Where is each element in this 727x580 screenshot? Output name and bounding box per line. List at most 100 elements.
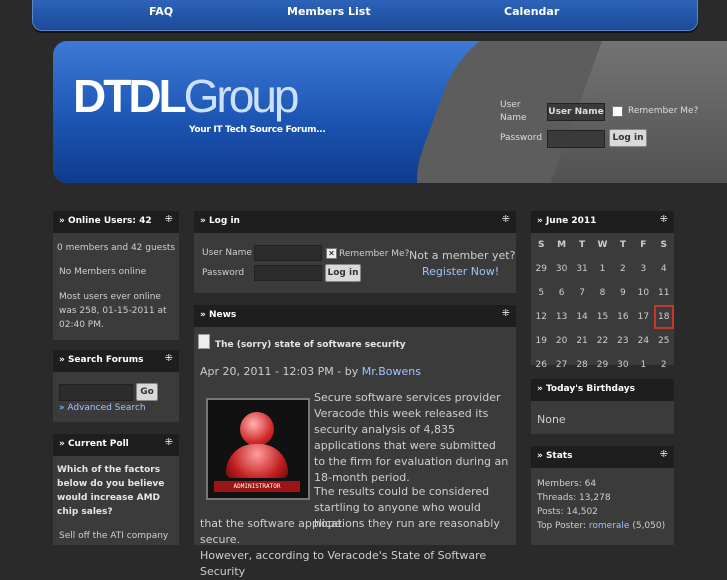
- calendar-day[interactable]: 17: [633, 305, 653, 329]
- collapse-icon[interactable]: ⁜: [660, 214, 668, 225]
- admin-badge: ADMINISTRATOR: [214, 481, 300, 492]
- calendar-day-header: F: [640, 240, 647, 250]
- news-headline[interactable]: The (sorry) state of software security: [215, 340, 406, 350]
- nav-calendar[interactable]: Calendar: [504, 5, 559, 18]
- calendar-day[interactable]: 1: [633, 353, 653, 377]
- calendar-day[interactable]: 15: [592, 305, 612, 329]
- calendar-day[interactable]: 26: [531, 353, 551, 377]
- stats-panel: » Stats ⁜ Members: 64 Threads: 13,278 Pos…: [531, 446, 674, 545]
- calendar-day[interactable]: 21: [572, 329, 592, 353]
- news-panel: » News ⁜ The (sorry) state of software se…: [194, 305, 516, 578]
- calendar-day-header: S: [537, 240, 545, 250]
- collapse-icon[interactable]: ⁜: [165, 214, 173, 225]
- birthdays-none: None: [537, 413, 566, 426]
- calendar-panel: » June 2011 ⁜ SMTWTFS 29 30 31 1 2 3 4 5 6 7 8 9 10 11…: [531, 211, 674, 370]
- header-remember-label: Remember Me?: [628, 106, 699, 116]
- calendar-day[interactable]: 29: [592, 353, 612, 377]
- calendar-day[interactable]: 12: [531, 305, 551, 329]
- calendar-day[interactable]: 6: [551, 281, 571, 305]
- news-paragraph-2-cont: that the software applications they run …: [200, 517, 500, 578]
- collapse-icon[interactable]: ⁜: [502, 308, 510, 319]
- calendar-day[interactable]: 24: [633, 329, 653, 353]
- top-poster-link[interactable]: romerale: [589, 521, 630, 531]
- calendar-day[interactable]: 8: [592, 281, 612, 305]
- calendar-day[interactable]: 16: [613, 305, 633, 329]
- calendar-day[interactable]: 1: [592, 257, 612, 281]
- header-banner: DTDLGroup Your IT Tech Source Forum... U…: [53, 41, 727, 183]
- collapse-icon[interactable]: ⁜: [660, 449, 668, 460]
- poll-panel: » Current Poll ⁜ Which of the factors bel…: [53, 434, 179, 545]
- calendar-day[interactable]: 30: [613, 353, 633, 377]
- online-counts: 0 members and 42 guests: [57, 243, 176, 253]
- login-password-input[interactable]: [254, 265, 322, 281]
- calendar-day[interactable]: 3: [633, 257, 653, 281]
- calendar-day[interactable]: 2: [613, 257, 633, 281]
- news-author-link[interactable]: Mr.Bowens: [362, 365, 421, 378]
- site-tagline: Your IT Tech Source Forum...: [189, 125, 326, 135]
- login-username-input[interactable]: [254, 245, 322, 261]
- online-users-header: » Online Users: 42 ⁜: [53, 211, 179, 233]
- search-go-button[interactable]: Go: [136, 383, 158, 401]
- site-logo[interactable]: DTDLGroup: [73, 69, 299, 123]
- calendar-day[interactable]: 25: [654, 329, 674, 353]
- calendar-day[interactable]: 19: [531, 329, 551, 353]
- calendar-day[interactable]: 13: [551, 305, 571, 329]
- calendar-day[interactable]: 11: [654, 281, 674, 305]
- collapse-icon[interactable]: ⁜: [165, 353, 173, 364]
- calendar-day[interactable]: 7: [572, 281, 592, 305]
- calendar-day[interactable]: 14: [572, 305, 592, 329]
- poll-question: Which of the factors below do you believ…: [57, 465, 165, 517]
- document-icon: [198, 334, 210, 349]
- calendar-day[interactable]: 30: [551, 257, 571, 281]
- search-input[interactable]: [59, 384, 133, 401]
- login-username-label: User Name: [202, 248, 252, 258]
- login-remember-label: Remember Me?: [339, 249, 410, 259]
- calendar-day-header: W: [597, 240, 608, 250]
- calendar-day[interactable]: 5: [531, 281, 551, 305]
- header-login-button[interactable]: Log in: [609, 129, 647, 147]
- advanced-search-link[interactable]: » Advanced Search: [59, 401, 146, 415]
- header-password-input[interactable]: [547, 130, 605, 148]
- calendar-day[interactable]: 20: [551, 329, 571, 353]
- calendar-day-today[interactable]: 18: [653, 305, 674, 329]
- header-remember-checkbox[interactable]: [612, 106, 623, 117]
- avatar: ADMINISTRATOR: [206, 398, 310, 500]
- stats-list: Members: 64 Threads: 13,278 Posts: 14,50…: [537, 479, 666, 531]
- calendar-day[interactable]: 2: [654, 353, 674, 377]
- news-meta: Apr 20, 2011 - 12:03 PM - by Mr.Bowens: [200, 365, 421, 378]
- not-member-text: Not a member yet?: [409, 249, 516, 262]
- nav-faq[interactable]: FAQ: [149, 5, 173, 18]
- news-paragraph-1: Secure software services provider Veraco…: [314, 391, 509, 484]
- header-password-label: Password: [500, 133, 543, 143]
- calendar-day[interactable]: 22: [592, 329, 612, 353]
- calendar-day-header: M: [557, 240, 567, 250]
- calendar-day[interactable]: 27: [551, 353, 571, 377]
- calendar-day[interactable]: 4: [654, 257, 674, 281]
- calendar-day[interactable]: 28: [572, 353, 592, 377]
- nav-members-list[interactable]: Members List: [287, 5, 371, 18]
- register-link[interactable]: Register Now!: [422, 265, 499, 278]
- calendar-day-header: S: [660, 240, 667, 250]
- calendar-day-header: T: [619, 240, 626, 250]
- login-button[interactable]: Log in: [325, 264, 361, 282]
- header-username-input[interactable]: User Name: [547, 103, 605, 121]
- calendar-day[interactable]: 29: [531, 257, 551, 281]
- poll-option[interactable]: Sell off the ATI company: [59, 529, 168, 543]
- calendar-day[interactable]: 31: [572, 257, 592, 281]
- header-username-label: User Name: [500, 100, 527, 123]
- collapse-icon[interactable]: ⁜: [502, 214, 510, 225]
- top-nav: FAQ Members List Calendar: [32, 0, 698, 31]
- online-members: No Members online: [59, 267, 147, 277]
- online-record: Most users ever online was 258, 01-15-20…: [59, 292, 167, 330]
- online-users-panel: » Online Users: 42 ⁜ 0 members and 42 gue…: [53, 211, 179, 340]
- login-remember-checkbox[interactable]: ✕: [326, 248, 337, 259]
- calendar-day[interactable]: 23: [613, 329, 633, 353]
- calendar-grid: SMTWTFS 29 30 31 1 2 3 4 5 6 7 8 9 10 11 12 13 14 15 16 17 1…: [531, 233, 674, 377]
- login-password-label: Password: [202, 268, 245, 278]
- calendar-day-header: T: [578, 240, 586, 250]
- calendar-day[interactable]: 10: [633, 281, 653, 305]
- calendar-day[interactable]: 9: [613, 281, 633, 305]
- birthdays-panel: » Today's Birthdays None: [531, 379, 674, 434]
- login-panel: » Log in ⁜ User Name ✕ Remember Me? Passw…: [194, 211, 516, 293]
- collapse-icon[interactable]: ⁜: [165, 437, 173, 448]
